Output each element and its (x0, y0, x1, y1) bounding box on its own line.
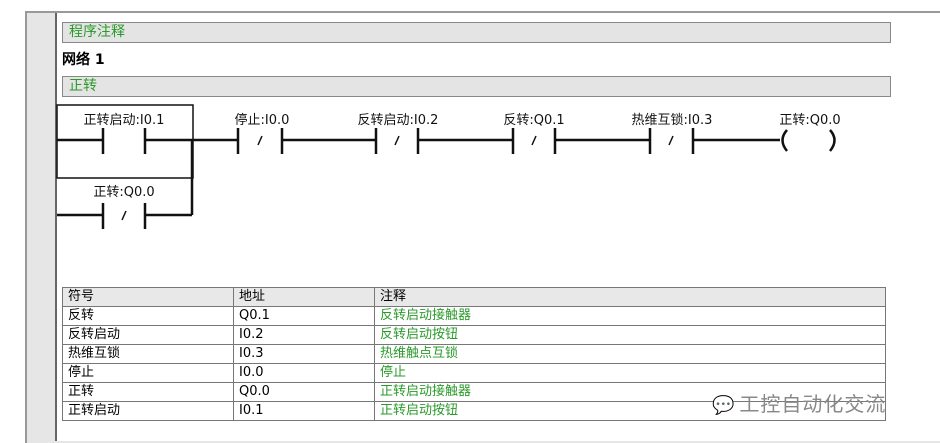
cell-address: I0.0 (233, 363, 375, 383)
cell-symbol: 正转 (62, 382, 234, 402)
coil-label: 正转:Q0.0 (779, 113, 840, 128)
contact-stop[interactable] (236, 128, 284, 154)
contact-fwd-q00[interactable] (101, 203, 147, 229)
table-row[interactable]: 热维互锁 I0.3 热维触点互锁 (62, 344, 886, 364)
col-comment[interactable]: 注释 (374, 287, 886, 307)
cell-symbol: 反转 (62, 306, 234, 326)
contact-label: 热维互锁:I0.3 (632, 112, 713, 128)
contact-label: 反转:Q0.1 (503, 113, 564, 128)
wechat-icon: 💬 (712, 395, 736, 416)
cell-address: I0.2 (233, 325, 375, 345)
cell-symbol: 正转启动 (62, 401, 234, 421)
watermark: 💬 工控自动化交流 (712, 388, 886, 417)
contact-rev-q01[interactable] (511, 128, 557, 154)
col-symbol[interactable]: 符号 (62, 287, 234, 307)
cell-comment: 反转启动接触器 (374, 306, 886, 326)
cell-address: I0.1 (233, 401, 375, 421)
cell-symbol: 停止 (62, 363, 234, 383)
contact-label: 停止:I0.0 (235, 112, 290, 128)
watermark-text: 工控自动化交流 (739, 392, 887, 416)
contact-label: 正转:Q0.0 (93, 185, 154, 200)
coil-fwd[interactable] (781, 129, 836, 152)
cell-address: I0.3 (233, 344, 375, 364)
cell-address: Q0.1 (233, 306, 375, 326)
contact-thermal[interactable] (648, 128, 695, 154)
cell-symbol: 热维互锁 (62, 344, 234, 364)
cell-comment: 反转启动按钮 (374, 325, 886, 345)
table-row[interactable]: 反转 Q0.1 反转启动接触器 (62, 306, 886, 326)
table-row[interactable]: 反转启动 I0.2 反转启动按钮 (62, 325, 886, 345)
contact-rev-start[interactable] (374, 128, 420, 154)
cell-comment: 热维触点互锁 (374, 344, 886, 364)
contact-start-fwd[interactable] (101, 128, 147, 154)
table-row[interactable]: 停止 I0.0 停止 (62, 363, 886, 383)
contact-label: 正转启动:I0.1 (84, 113, 165, 128)
cell-address: Q0.0 (233, 382, 375, 402)
contact-label: 反转启动:I0.2 (358, 113, 439, 128)
cell-comment: 停止 (374, 363, 886, 383)
cell-symbol: 反转启动 (62, 325, 234, 345)
col-address[interactable]: 地址 (233, 287, 375, 307)
